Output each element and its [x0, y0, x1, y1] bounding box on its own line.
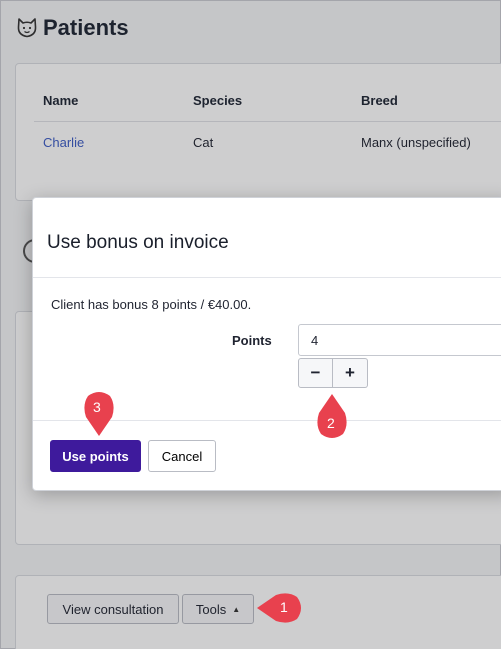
- use-bonus-modal: Use bonus on invoice Client has bonus 8 …: [32, 197, 501, 491]
- use-points-button[interactable]: Use points: [50, 440, 141, 472]
- step-1-number: 1: [280, 599, 288, 615]
- points-input[interactable]: [298, 324, 501, 356]
- increment-button[interactable]: +: [333, 358, 368, 388]
- step-3-number: 3: [93, 399, 101, 415]
- step-3-marker: 3: [83, 389, 115, 437]
- modal-header-divider: [33, 277, 501, 278]
- step-1-marker: 1: [256, 592, 306, 624]
- points-label: Points: [232, 333, 272, 348]
- modal-title: Use bonus on invoice: [47, 232, 229, 253]
- points-stepper: − +: [298, 358, 368, 388]
- step-2-marker: 2: [316, 393, 348, 443]
- cancel-button[interactable]: Cancel: [148, 440, 216, 472]
- bonus-info-text: Client has bonus 8 points / €40.00.: [51, 297, 252, 312]
- decrement-button[interactable]: −: [298, 358, 333, 388]
- step-2-number: 2: [327, 415, 335, 431]
